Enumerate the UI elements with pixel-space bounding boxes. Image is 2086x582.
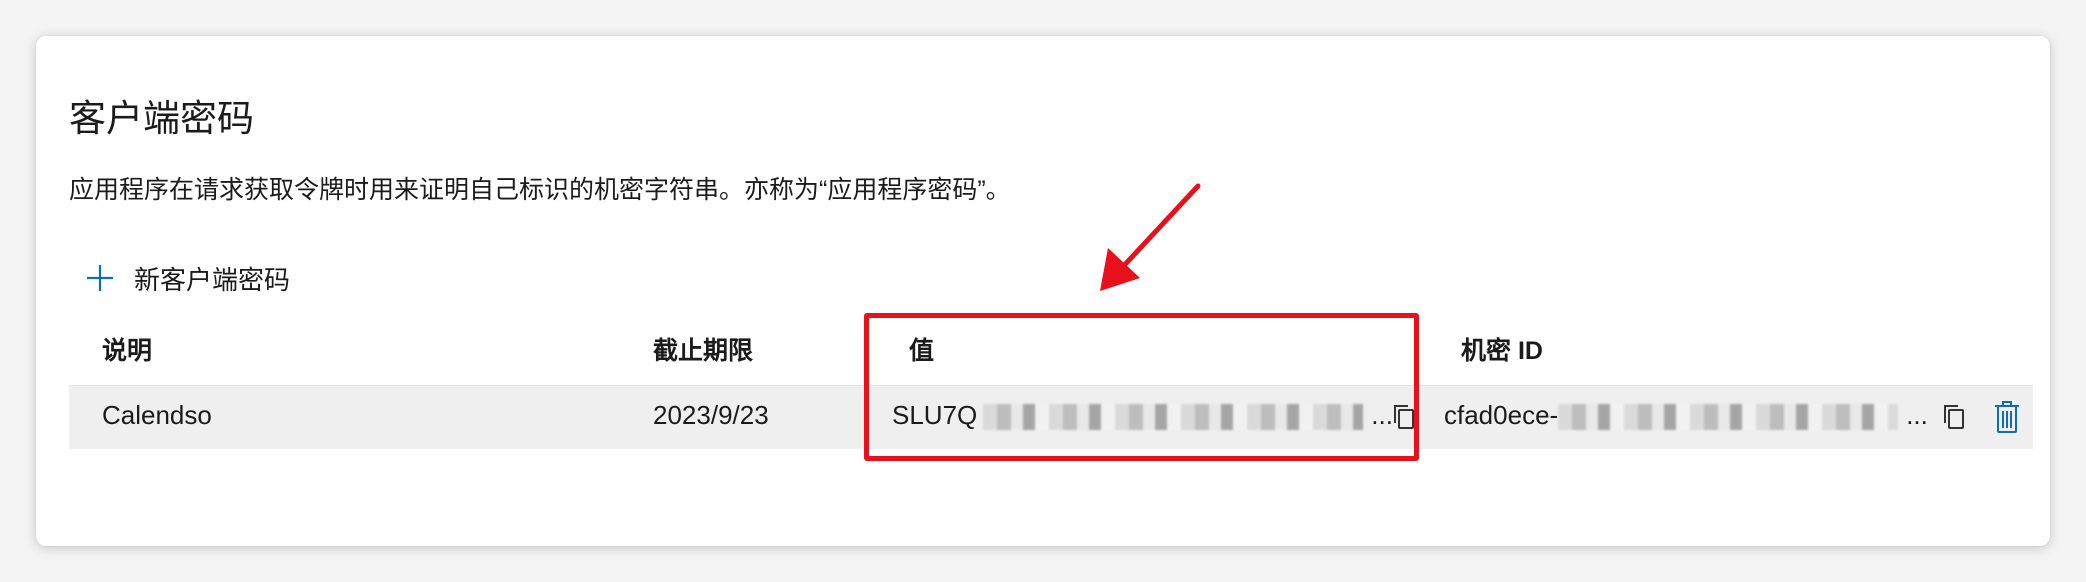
secret-id-prefix: cfad0ece- — [1444, 400, 1559, 430]
secret-id-ellipsis: ... — [1906, 400, 1928, 430]
cell-secret-id: cfad0ece-... — [1444, 400, 1928, 431]
copy-icon[interactable] — [1940, 401, 1968, 433]
client-secrets-card — [36, 36, 2050, 546]
value-column-highlight — [864, 313, 1419, 461]
section-description: 应用程序在请求获取令牌时用来证明自己标识的机密字符串。亦称为“应用程序密码”。 — [69, 176, 1011, 204]
new-client-secret-label: 新客户端密码 — [134, 264, 291, 295]
cell-expires: 2023/9/23 — [653, 400, 769, 430]
new-client-secret-button[interactable]: 新客户端密码 — [84, 258, 290, 298]
cell-description: Calendso — [102, 400, 212, 430]
column-header-description: 说明 — [102, 337, 153, 365]
column-header-secret-id: 机密 ID — [1461, 337, 1543, 365]
trash-icon[interactable] — [1992, 399, 2022, 435]
secret-id-redacted — [1558, 404, 1899, 431]
annotation-arrow-icon — [1100, 183, 1201, 291]
screenshot-stage: 客户端密码 应用程序在请求获取令牌时用来证明自己标识的机密字符串。亦称为“应用程… — [0, 0, 2086, 582]
column-header-expires: 截止期限 — [653, 337, 754, 365]
plus-icon — [87, 265, 113, 291]
section-title: 客户端密码 — [69, 98, 254, 139]
